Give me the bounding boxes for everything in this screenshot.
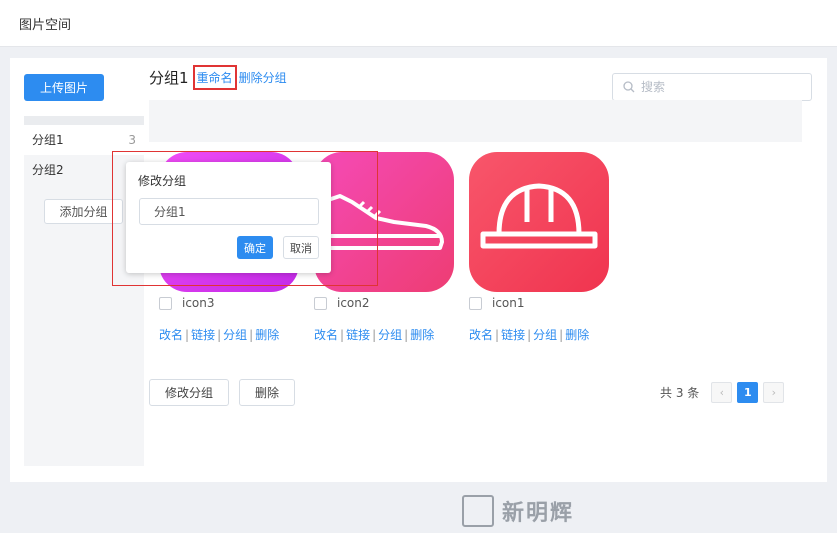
delete-group-link[interactable]: 删除分组 — [239, 69, 287, 86]
copy-link-link[interactable]: 链接 — [346, 328, 370, 342]
copy-link-link[interactable]: 链接 — [191, 328, 215, 342]
add-group-button[interactable]: 添加分组 — [44, 199, 123, 224]
edit-group-button[interactable]: 修改分组 — [149, 379, 229, 406]
helmet-icon — [469, 152, 609, 292]
image-card[interactable]: icon2 改名 | 链接 | 分组 | 删除 — [314, 152, 454, 342]
move-group-link[interactable]: 分组 — [223, 328, 247, 342]
chevron-left-icon[interactable]: ‹ — [711, 382, 733, 403]
search-icon — [623, 81, 635, 93]
total-count: 共 3 条 — [660, 386, 700, 400]
rename-highlight: 重命名 — [192, 64, 237, 90]
select-checkbox[interactable] — [159, 296, 172, 310]
watermark: 新明辉 — [462, 495, 574, 527]
image-name: icon3 — [182, 296, 215, 310]
page-title: 图片空间 — [19, 18, 72, 33]
group-count: 3 — [128, 133, 136, 147]
image-filter-bar — [149, 100, 802, 142]
card-actions: 改名 | 链接 | 分组 | 删除 — [469, 328, 590, 342]
move-group-link[interactable]: 分组 — [533, 328, 557, 342]
pagination: 共 3 条 ‹ 1 › — [660, 382, 789, 403]
group-heading: 分组1 重命名 删除分组 — [149, 64, 287, 90]
delete-image-link[interactable]: 删除 — [255, 328, 279, 342]
group-label: 分组1 — [32, 133, 64, 147]
delete-image-link[interactable]: 删除 — [565, 328, 589, 342]
rename-link[interactable]: 重命名 — [197, 71, 233, 85]
confirm-button[interactable]: 确定 — [237, 236, 273, 259]
sidebar-header-strip — [24, 116, 144, 125]
image-name: icon1 — [492, 296, 525, 310]
shoe-icon — [314, 152, 454, 292]
image-thumbnail[interactable] — [469, 152, 609, 292]
delete-image-link[interactable]: 删除 — [410, 328, 434, 342]
card-actions: 改名 | 链接 | 分组 | 删除 — [314, 328, 435, 342]
seal-icon — [462, 495, 494, 527]
image-card[interactable]: icon1 改名 | 链接 | 分组 | 删除 — [469, 152, 609, 342]
cancel-button[interactable]: 取消 — [283, 236, 319, 259]
select-checkbox[interactable] — [469, 296, 482, 310]
sidebar-item-group1[interactable]: 分组1 3 — [24, 125, 144, 155]
upload-image-button[interactable]: 上传图片 — [24, 74, 104, 101]
page-1-button[interactable]: 1 — [737, 382, 759, 403]
current-group-name: 分组1 — [149, 68, 189, 87]
image-name: icon2 — [337, 296, 370, 310]
group-name-input[interactable] — [139, 198, 319, 225]
delete-button[interactable]: 删除 — [239, 379, 295, 406]
edit-group-popover: 修改分组 确定 取消 — [126, 162, 331, 273]
image-thumbnail[interactable] — [314, 152, 454, 292]
top-header: 图片空间 — [0, 0, 837, 47]
copy-link-link[interactable]: 链接 — [501, 328, 525, 342]
rename-image-link[interactable]: 改名 — [159, 328, 183, 342]
popover-title: 修改分组 — [138, 174, 187, 188]
search-input[interactable] — [641, 78, 801, 96]
select-checkbox[interactable] — [314, 296, 327, 310]
card-actions: 改名 | 链接 | 分组 | 删除 — [159, 328, 280, 342]
chevron-right-icon[interactable]: › — [763, 382, 785, 403]
watermark-text: 新明辉 — [502, 500, 575, 526]
search-box[interactable] — [612, 73, 812, 101]
rename-image-link[interactable]: 改名 — [469, 328, 493, 342]
move-group-link[interactable]: 分组 — [378, 328, 402, 342]
rename-image-link[interactable]: 改名 — [314, 328, 338, 342]
group-label: 分组2 — [32, 163, 64, 177]
